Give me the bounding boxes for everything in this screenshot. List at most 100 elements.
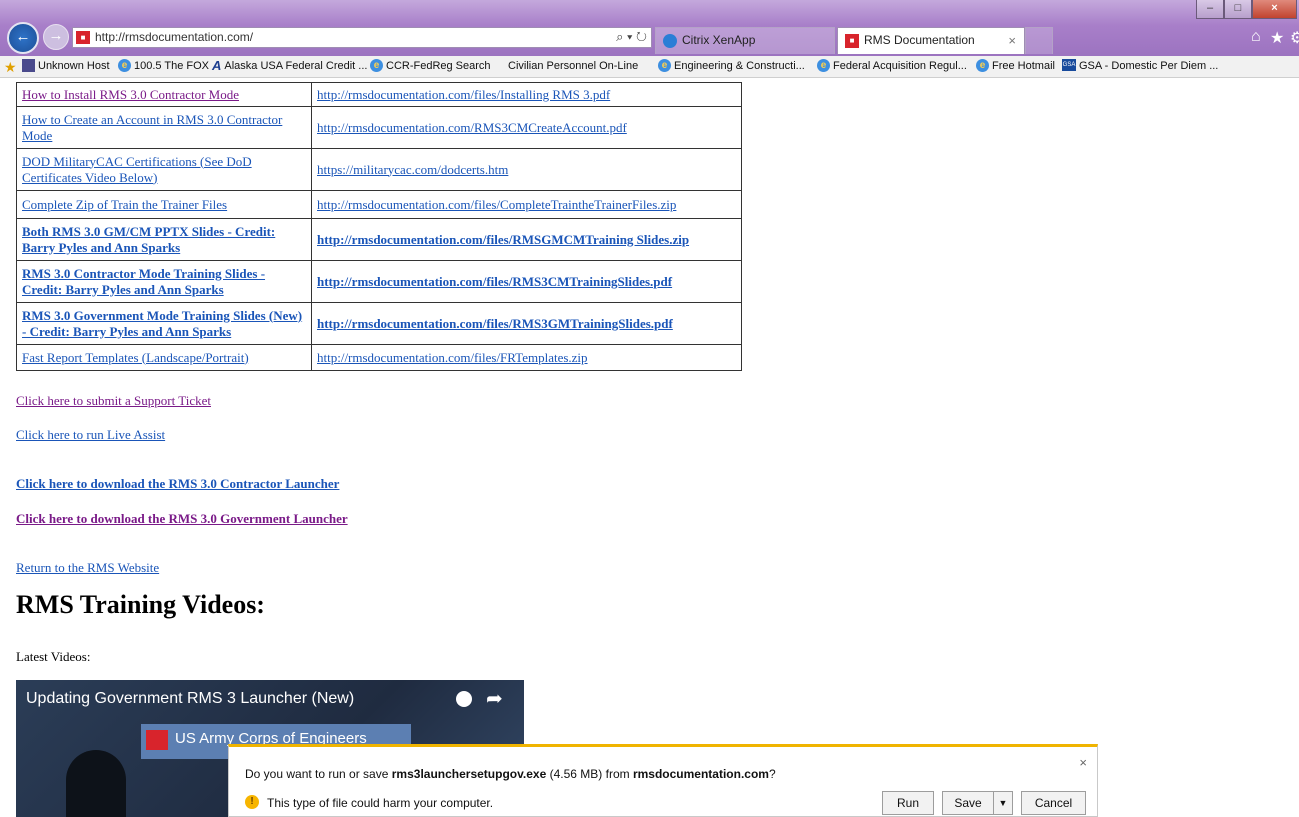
table-row: How to Create an Account in RMS 3.0 Cont… — [16, 106, 742, 149]
back-button[interactable]: ← — [7, 22, 39, 54]
run-button[interactable]: Run — [882, 791, 934, 815]
support-ticket-link[interactable]: Click here to submit a Support Ticket — [16, 393, 211, 409]
favorite-federal-acquisition[interactable]: e Federal Acquisition Regul... — [817, 59, 967, 74]
address-url[interactable]: http://rmsdocumentation.com/ — [95, 30, 253, 44]
video-title[interactable]: Updating Government RMS 3 Launcher (New) — [26, 690, 354, 708]
doc-title-link[interactable]: RMS 3.0 Government Mode Training Slides … — [22, 308, 302, 339]
doc-title-link[interactable]: Complete Zip of Train the Trainer Files — [22, 197, 227, 212]
ie-icon: e — [817, 59, 830, 72]
doc-title-link[interactable]: Both RMS 3.0 GM/CM PPTX Slides - Credit:… — [22, 224, 275, 255]
search-refresh-icons[interactable]: ⌕ ▾ ↻ — [616, 29, 647, 45]
tab-label: Citrix XenApp — [682, 33, 756, 47]
window-controls: – □ × — [1196, 0, 1297, 20]
download-message: Do you want to run or save rms3launchers… — [245, 767, 776, 781]
download-file-name: rms3launchersetupgov.exe — [391, 767, 547, 781]
table-row: Fast Report Templates (Landscape/Portrai… — [16, 344, 742, 371]
doc-title-link[interactable]: RMS 3.0 Contractor Mode Training Slides … — [22, 266, 265, 297]
favorite-free-hotmail[interactable]: e Free Hotmail — [976, 59, 1055, 74]
live-assist-link[interactable]: Click here to run Live Assist — [16, 427, 165, 443]
favorite-civilian-personnel[interactable]: Civilian Personnel On-Line — [508, 59, 638, 74]
browser-titlebar: – □ × ← → ■ http://rmsdocumentation.com/… — [0, 0, 1299, 56]
gsa-icon: GSA — [1062, 59, 1076, 71]
government-launcher-link[interactable]: Click here to download the RMS 3.0 Gover… — [16, 511, 348, 527]
new-tab-button[interactable] — [1025, 27, 1053, 54]
ie-icon: e — [118, 59, 131, 72]
table-cell-title: RMS 3.0 Government Mode Training Slides … — [16, 302, 312, 345]
favorite-engineering[interactable]: e Engineering & Constructi... — [658, 59, 805, 74]
watch-later-icon[interactable] — [456, 691, 472, 707]
host-icon — [22, 59, 35, 72]
share-icon[interactable]: ➦ — [486, 686, 503, 710]
alaska-usa-icon: A — [212, 58, 222, 73]
download-message-prefix: Do you want to run or save — [245, 767, 392, 781]
address-bar[interactable]: ■ http://rmsdocumentation.com/ ⌕ ▾ ↻ — [72, 27, 652, 48]
ie-icon: e — [370, 59, 383, 72]
table-row: Complete Zip of Train the Trainer Files … — [16, 190, 742, 219]
favorites-bar: ★ Unknown Host e 100.5 The FOX A Alaska US… — [0, 56, 1299, 78]
site-favicon-icon: ■ — [76, 31, 90, 44]
doc-title-link[interactable]: How to Install RMS 3.0 Contractor Mode — [22, 87, 239, 102]
minimize-button[interactable]: – — [1196, 0, 1224, 19]
doc-url-link[interactable]: http://rmsdocumentation.com/files/FRTemp… — [317, 350, 588, 365]
doc-url-link[interactable]: https://militarycac.com/dodcerts.htm — [317, 162, 508, 177]
add-favorite-icon[interactable]: ★ — [4, 59, 17, 76]
table-cell-url: http://rmsdocumentation.com/files/Instal… — [311, 82, 742, 107]
doc-url-link[interactable]: http://rmsdocumentation.com/files/RMSGMC… — [317, 232, 689, 247]
download-source: rmsdocumentation.com — [632, 767, 769, 781]
favorite-fox[interactable]: e 100.5 The FOX — [118, 59, 209, 74]
download-warning-text: This type of file could harm your comput… — [267, 796, 494, 810]
ie-icon: e — [658, 59, 671, 72]
cancel-button[interactable]: Cancel — [1021, 791, 1086, 815]
back-arrow-icon: ← — [15, 28, 31, 45]
return-to-rms-link[interactable]: Return to the RMS Website — [16, 560, 159, 576]
rms-favicon-icon: ■ — [845, 34, 859, 48]
table-cell-title: RMS 3.0 Contractor Mode Training Slides … — [16, 260, 312, 303]
maximize-button[interactable]: □ — [1224, 0, 1252, 19]
video-thumbnail-figure — [66, 750, 126, 817]
favorite-unknown-host[interactable]: Unknown Host — [22, 59, 110, 74]
table-cell-url: http://rmsdocumentation.com/files/RMSGMC… — [311, 218, 742, 261]
favorite-gsa-per-diem[interactable]: GSA GSA - Domestic Per Diem ... — [1062, 59, 1218, 74]
favorite-alaska-usa[interactable]: A Alaska USA Federal Credit ... — [212, 59, 367, 74]
table-cell-url: http://rmsdocumentation.com/files/RMS3GM… — [311, 302, 742, 345]
page-title: RMS Training Videos: — [16, 590, 265, 619]
tab-citrix-xenapp[interactable]: Citrix XenApp — [655, 27, 835, 54]
table-cell-title: How to Install RMS 3.0 Contractor Mode — [16, 82, 312, 107]
usace-logo — [146, 730, 168, 750]
download-file-size: (4.56 MB) from — [546, 767, 633, 781]
doc-title-link[interactable]: DOD MilitaryCAC Certifications (See DoD … — [22, 154, 252, 185]
save-options-dropdown[interactable]: ▼ — [993, 791, 1013, 815]
favorite-ccr-fedreg[interactable]: e CCR-FedReg Search — [370, 59, 491, 74]
close-icon[interactable]: × — [1079, 755, 1087, 770]
home-icon[interactable]: ⌂ — [1251, 28, 1261, 46]
save-button[interactable]: Save — [942, 791, 994, 815]
contractor-launcher-link[interactable]: Click here to download the RMS 3.0 Contr… — [16, 476, 339, 492]
table-cell-title: DOD MilitaryCAC Certifications (See DoD … — [16, 148, 312, 191]
table-cell-title: How to Create an Account in RMS 3.0 Cont… — [16, 106, 312, 149]
table-cell-url: http://rmsdocumentation.com/RMS3CMCreate… — [311, 106, 742, 149]
table-row: Both RMS 3.0 GM/CM PPTX Slides - Credit:… — [16, 218, 742, 261]
doc-url-link[interactable]: http://rmsdocumentation.com/files/Comple… — [317, 197, 676, 212]
doc-title-link[interactable]: How to Create an Account in RMS 3.0 Cont… — [22, 112, 282, 143]
table-cell-title: Fast Report Templates (Landscape/Portrai… — [16, 344, 312, 371]
table-cell-title: Both RMS 3.0 GM/CM PPTX Slides - Credit:… — [16, 218, 312, 261]
doc-url-link[interactable]: http://rmsdocumentation.com/files/Instal… — [317, 87, 610, 102]
table-cell-title: Complete Zip of Train the Trainer Files — [16, 190, 312, 219]
star-icon[interactable]: ★ — [1270, 28, 1284, 48]
ie-icon: e — [976, 59, 989, 72]
doc-url-link[interactable]: http://rmsdocumentation.com/files/RMS3CM… — [317, 274, 672, 289]
doc-title-link[interactable]: Fast Report Templates (Landscape/Portrai… — [22, 350, 249, 365]
latest-videos-label: Latest Videos: — [16, 649, 91, 664]
documentation-table: How to Install RMS 3.0 Contractor Mode h… — [16, 82, 742, 371]
tab-rms-documentation[interactable]: ■ RMS Documentation × — [837, 27, 1025, 54]
close-window-button[interactable]: × — [1252, 0, 1297, 19]
doc-url-link[interactable]: http://rmsdocumentation.com/RMS3CMCreate… — [317, 120, 627, 135]
table-row: DOD MilitaryCAC Certifications (See DoD … — [16, 148, 742, 191]
table-row: RMS 3.0 Contractor Mode Training Slides … — [16, 260, 742, 303]
forward-button[interactable]: → — [43, 24, 69, 50]
citrix-icon — [663, 34, 677, 48]
table-cell-url: http://rmsdocumentation.com/files/Comple… — [311, 190, 742, 219]
gear-icon[interactable]: ⚙ — [1290, 28, 1299, 48]
doc-url-link[interactable]: http://rmsdocumentation.com/files/RMS3GM… — [317, 316, 673, 331]
tab-close-icon[interactable]: × — [1008, 28, 1016, 53]
